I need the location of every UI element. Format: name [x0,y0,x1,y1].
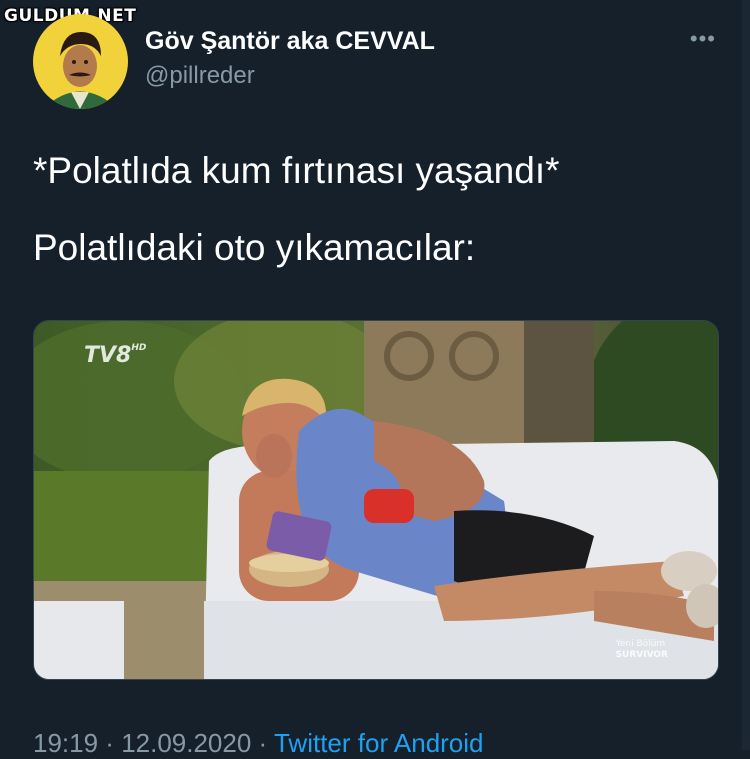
scrollbar-track [742,0,750,750]
tweet-time[interactable]: 19:19 [33,728,98,758]
survivor-scene-image [34,321,718,679]
video-caption-line-2: SURVIVOR [615,650,668,660]
tweet-date[interactable]: 12.09.2020 [121,728,251,758]
channel-logo-text: TV8 [84,343,132,368]
user-handle[interactable]: @pillreder [145,62,255,90]
channel-logo: TV8HD [84,343,146,368]
display-name[interactable]: Göv Şantör aka CEVVAL [145,27,435,56]
tweet-source-link[interactable]: Twitter for Android [274,728,484,758]
tweet-metadata: 19:19 · 12.09.2020 · Twitter for Android [33,728,484,759]
tweet-media-image[interactable]: TV8HD Yeni Bölüm SURVIVOR [33,320,719,680]
tweet-text-line-1: *Polatlıda kum fırtınası yaşandı* [33,150,560,191]
avatar[interactable] [33,14,128,109]
tweet-text-line-2: Polatlıdaki oto yıkamacılar: [33,227,476,268]
video-caption: Yeni Bölüm SURVIVOR [616,639,668,661]
video-caption-line-1: Yeni Bölüm [615,639,666,649]
meta-separator: · [98,728,122,758]
channel-logo-sub: HD [131,343,147,353]
more-horizontal-icon[interactable]: ••• [690,26,716,52]
meta-separator: · [251,728,274,758]
avatar-image [33,14,128,109]
